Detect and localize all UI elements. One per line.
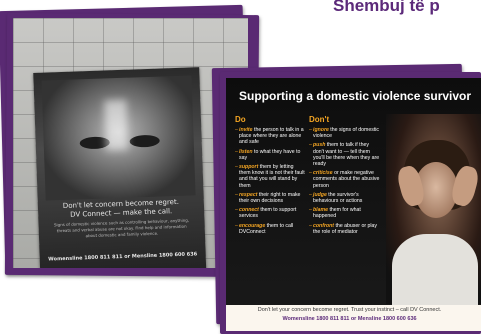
dont-item: ignore the signs of domestic violence bbox=[309, 127, 381, 139]
distressed-woman-photo bbox=[386, 114, 481, 314]
dont-list: ignore the signs of domestic violence pu… bbox=[309, 127, 381, 235]
dont-item: judge the survivor's behaviours or actio… bbox=[309, 192, 381, 204]
do-list: invite the person to talk in a place whe… bbox=[235, 127, 305, 235]
dont-column: Don't ignore the signs of domestic viole… bbox=[309, 115, 381, 238]
dont-item-verb: ignore bbox=[313, 127, 329, 133]
dont-heading: Don't bbox=[309, 115, 330, 124]
do-item: respect their right to make their own de… bbox=[235, 192, 305, 204]
do-item-verb: support bbox=[239, 164, 259, 171]
poster-eye bbox=[129, 134, 160, 148]
do-item-verb: connect bbox=[239, 207, 259, 214]
do-item: connect them to support services bbox=[235, 207, 305, 219]
do-item-verb: listen bbox=[239, 148, 253, 155]
dont-item-verb: confront bbox=[313, 222, 335, 229]
footer-helplines: Womensline 1800 811 811 or Mensline 1800… bbox=[282, 316, 417, 322]
do-item: listen to what they have to say bbox=[235, 149, 305, 161]
slide-footer: Don't let your concern become regret. Tr… bbox=[226, 305, 481, 331]
info-slide: Supporting a domestic violence survivor … bbox=[226, 78, 481, 331]
do-column: Do invite the person to talk in a place … bbox=[235, 115, 305, 238]
dont-item-verb: blame bbox=[313, 207, 328, 214]
dont-item-verb: judge bbox=[313, 191, 327, 198]
do-item-verb: encourage bbox=[239, 222, 266, 229]
poster-helplines: Womensline 1800 811 811 or Mensline 1800… bbox=[48, 251, 198, 263]
light-glare bbox=[104, 99, 128, 151]
dont-item: criticise or make negative comments abou… bbox=[309, 170, 381, 189]
do-item: invite the person to talk in a place whe… bbox=[235, 127, 305, 146]
do-heading: Do bbox=[235, 115, 246, 124]
do-item: encourage them to call DVConnect bbox=[235, 223, 305, 235]
dont-item-verb: criticise bbox=[313, 170, 333, 177]
campaign-poster: Don't let concern become regret. DV Conn… bbox=[33, 67, 207, 268]
poster-face-image bbox=[41, 75, 196, 201]
page-heading: Shembuj të p bbox=[333, 0, 440, 15]
woman-top bbox=[392, 234, 478, 314]
dont-item: push them to talk if they don't want to … bbox=[309, 142, 381, 167]
dont-item-verb: push bbox=[313, 142, 326, 149]
slide-title: Supporting a domestic violence survivor bbox=[239, 89, 472, 103]
dont-item: blame them for what happened bbox=[309, 207, 381, 219]
poster-body-text: Signs of domestic violence such as contr… bbox=[53, 217, 190, 239]
do-item-verb: invite bbox=[239, 127, 253, 133]
dont-item: confront the abuser or play the role of … bbox=[309, 223, 381, 235]
footer-message: Don't let your concern become regret. Tr… bbox=[257, 307, 442, 313]
do-item-verb: respect bbox=[239, 191, 258, 198]
do-item: support them by letting them know it is … bbox=[235, 164, 305, 189]
